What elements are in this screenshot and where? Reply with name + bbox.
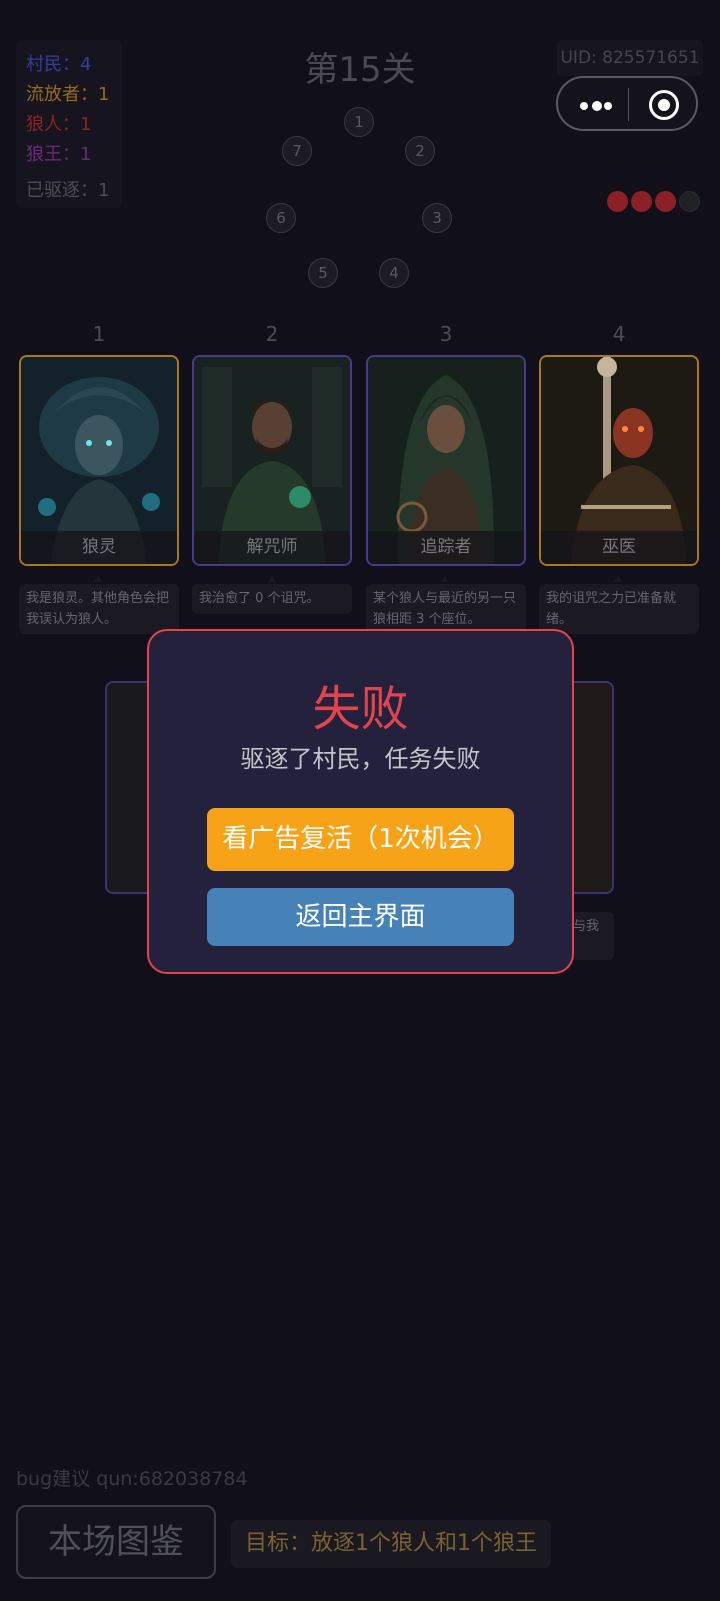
seat-5[interactable]: 5 [308,258,338,288]
role-desc-3: 某个狼人与最近的另一只狼相距 3 个座位。 [366,584,526,634]
mini-program-capsule [556,76,698,131]
card-number-4: 4 [612,322,626,346]
failure-dialog: 失败 驱逐了村民，任务失败 看广告复活（1次机会） 返回主界面 [147,629,574,974]
uid-label: UID: 825571651 [557,40,703,76]
more-dots-icon[interactable] [580,101,612,111]
role-desc-4: 我的诅咒之力已准备就绪。 [539,584,699,634]
seat-3[interactable]: 3 [422,203,452,233]
watch-ad-revive-button[interactable]: 看广告复活（1次机会） [207,808,514,871]
life-dot [655,191,676,212]
life-dot [607,191,628,212]
role-desc-1: 我是狼灵。其他角色会把我误认为狼人。 [19,584,179,634]
life-dot-empty [679,191,700,212]
capsule-divider [628,88,629,121]
seat-2[interactable]: 2 [405,136,435,166]
goal-label: 目标：放逐1个狼人和1个狼王 [231,1520,551,1568]
role-card-4[interactable]: 巫医 [539,355,699,566]
role-name: 解咒师 [194,531,350,564]
seat-1[interactable]: 1 [344,107,374,137]
role-card-2[interactable]: 解咒师 [192,355,352,566]
return-home-button[interactable]: 返回主界面 [207,888,514,946]
target-circle-icon[interactable] [649,90,679,120]
role-card-3[interactable]: 追踪者 [366,355,526,566]
role-name: 追踪者 [368,531,524,564]
lives-indicator [607,191,707,213]
role-card-1[interactable]: 狼灵 [19,355,179,566]
dialog-title: 失败 [312,681,409,737]
life-dot [631,191,652,212]
desc-pointer [94,576,102,582]
desc-pointer [441,576,449,582]
role-guide-button[interactable]: 本场图鉴 [16,1505,216,1579]
dialog-message: 驱逐了村民，任务失败 [240,745,481,773]
desc-pointer [614,576,622,582]
role-name: 巫医 [541,531,697,564]
wolf-king-count: 狼王：1 [26,144,92,165]
role-desc-2: 我治愈了 0 个诅咒。 [192,584,352,614]
desc-pointer [268,576,276,582]
role-name: 狼灵 [21,531,177,564]
seat-4[interactable]: 4 [379,258,409,288]
seat-7[interactable]: 7 [282,136,312,166]
bug-feedback-text: bug建议 qun:682038784 [16,1468,248,1490]
card-number-2: 2 [265,322,279,346]
seat-6[interactable]: 6 [266,203,296,233]
werewolf-count: 狼人：1 [26,114,92,135]
expelled-count: 已驱逐：1 [26,180,110,201]
card-number-3: 3 [439,322,453,346]
card-number-1: 1 [92,322,106,346]
